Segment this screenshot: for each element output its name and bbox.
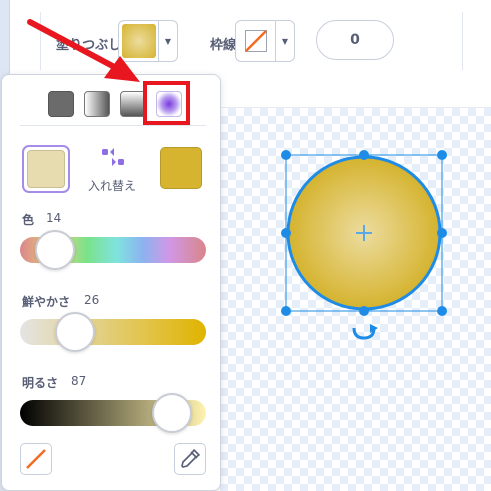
annotation-highlight-box (143, 81, 190, 125)
annotation-arrow (27, 19, 140, 82)
